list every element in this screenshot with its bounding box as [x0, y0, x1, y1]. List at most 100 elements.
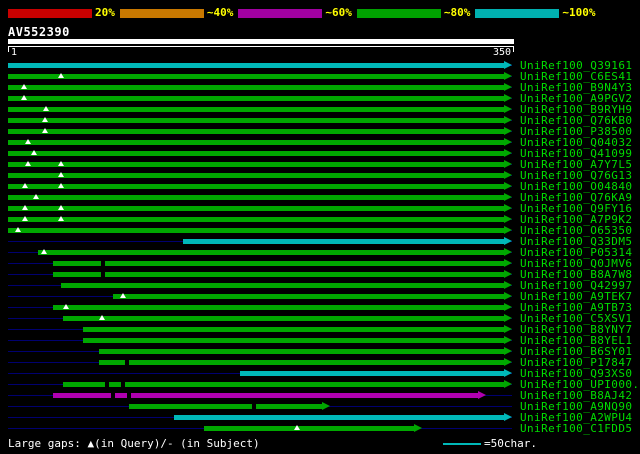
bar-arrowhead-icon	[504, 336, 512, 344]
bar-arrowhead-icon	[504, 116, 512, 124]
query-gap-marker-icon	[22, 205, 29, 210]
bar-arrowhead-icon	[504, 160, 512, 168]
alignment-bar[interactable]	[8, 63, 504, 68]
bar-arrowhead-icon	[504, 61, 512, 69]
alignment-bar[interactable]	[8, 129, 504, 134]
alignment-bar[interactable]	[8, 184, 504, 189]
alignment-bar[interactable]	[8, 173, 504, 178]
alignment-bar[interactable]	[8, 162, 504, 167]
alignment-bar[interactable]	[53, 393, 479, 398]
alignment-bar[interactable]	[8, 151, 504, 156]
query-gap-marker-icon	[20, 95, 27, 100]
subject-gap-marker-icon	[105, 382, 110, 387]
alignment-bar[interactable]	[8, 74, 504, 79]
query-gap-marker-icon	[24, 161, 31, 166]
scale-tick-start	[8, 47, 9, 52]
alignment-bar[interactable]	[239, 371, 504, 376]
query-gap-marker-icon	[293, 425, 300, 430]
alignment-bar[interactable]	[8, 118, 504, 123]
alignment-bar[interactable]	[174, 415, 504, 420]
alignment-bar[interactable]	[83, 327, 504, 332]
subject-gap-marker-icon	[126, 393, 131, 398]
alignment-bar[interactable]	[8, 140, 504, 145]
bar-arrowhead-icon	[504, 380, 512, 388]
query-gap-marker-icon	[57, 73, 64, 78]
query-gap-marker-icon	[20, 84, 27, 89]
bar-arrowhead-icon	[504, 83, 512, 91]
alignment-row: UniRef100_C1FDD5	[0, 423, 640, 434]
key-percent-label: 20%	[95, 6, 115, 19]
alignment-bar[interactable]	[8, 107, 504, 112]
alignment-bar[interactable]	[8, 195, 504, 200]
alignment-bar[interactable]	[53, 272, 504, 277]
query-gap-marker-icon	[43, 106, 50, 111]
query-gap-marker-icon	[24, 139, 31, 144]
alignment-bar[interactable]	[63, 382, 504, 387]
key-percent-label: ~40%	[206, 6, 234, 19]
alignment-bar[interactable]	[83, 338, 504, 343]
alignment-bar[interactable]	[63, 316, 504, 321]
scalebar-label: =50char.	[484, 437, 537, 450]
scalebar-line-icon	[443, 442, 481, 445]
key-percent-label: ~60%	[325, 6, 352, 19]
alignment-bar[interactable]	[128, 404, 323, 409]
bar-arrowhead-icon	[322, 402, 331, 410]
alignment-bar[interactable]	[8, 206, 504, 211]
alignment-bar[interactable]	[98, 360, 504, 365]
query-gap-marker-icon	[41, 117, 48, 122]
bar-arrowhead-icon	[504, 72, 512, 80]
alignment-bar[interactable]	[182, 239, 504, 244]
bar-arrowhead-icon	[504, 303, 512, 311]
query-gap-marker-icon	[33, 194, 40, 199]
bar-arrowhead-icon	[478, 391, 487, 399]
bar-arrowhead-icon	[504, 193, 512, 201]
query-gap-marker-icon	[57, 172, 64, 177]
alignment-bar[interactable]	[60, 283, 504, 288]
bar-arrowhead-icon	[504, 259, 512, 267]
bar-arrowhead-icon	[504, 325, 512, 333]
key-color-segment	[356, 8, 441, 18]
identity-key: 20% ~40% ~60% ~80% ~100%	[8, 7, 601, 19]
alignment-bar[interactable]	[8, 85, 504, 90]
key-color-segment	[475, 8, 560, 18]
key-color-segment	[119, 8, 204, 18]
scale-tick-end	[513, 47, 514, 52]
alignment-bar[interactable]	[204, 426, 415, 431]
bar-arrowhead-icon	[504, 149, 512, 157]
scale-ruler: 1 350	[8, 46, 514, 59]
bar-arrowhead-icon	[504, 94, 512, 102]
bar-arrowhead-icon	[504, 347, 512, 355]
bar-arrowhead-icon	[504, 292, 512, 300]
subject-gap-marker-icon	[121, 382, 126, 387]
bar-arrowhead-icon	[414, 424, 423, 432]
alignment-overview-screen: 20% ~40% ~60% ~80% ~100% AV552390 1 350 UniR…	[0, 0, 640, 454]
alignment-bar[interactable]	[53, 305, 504, 310]
alignment-bar[interactable]	[8, 96, 504, 101]
scale-end-label: 350	[492, 47, 511, 58]
alignment-bar[interactable]	[53, 261, 504, 266]
subject-gap-marker-icon	[101, 261, 106, 266]
bar-arrowhead-icon	[504, 215, 512, 223]
query-gap-marker-icon	[120, 293, 127, 298]
alignment-bar[interactable]	[98, 349, 504, 354]
bar-arrowhead-icon	[504, 237, 512, 245]
key-percent-label: ~100%	[562, 6, 596, 19]
alignment-bar[interactable]	[113, 294, 504, 299]
query-bar	[8, 39, 514, 44]
footer: Large gaps: ▲(in Query)/- (in Subject) =…	[0, 437, 640, 451]
query-gap-marker-icon	[41, 128, 48, 133]
bar-arrowhead-icon	[504, 270, 512, 278]
hit-accession-link[interactable]: UniRef100_C1FDD5	[520, 423, 632, 434]
bar-arrowhead-icon	[504, 358, 512, 366]
subject-gap-marker-icon	[251, 404, 256, 409]
query-gap-marker-icon	[14, 227, 21, 232]
alignment-bar[interactable]	[8, 228, 504, 233]
bar-arrowhead-icon	[504, 171, 512, 179]
scale-start-label: 1	[11, 47, 18, 58]
query-gap-marker-icon	[22, 216, 29, 221]
bar-arrowhead-icon	[504, 204, 512, 212]
alignment-bar[interactable]	[8, 217, 504, 222]
alignment-bar[interactable]	[37, 250, 504, 255]
query-gap-marker-icon	[30, 150, 37, 155]
query-gap-marker-icon	[98, 315, 105, 320]
